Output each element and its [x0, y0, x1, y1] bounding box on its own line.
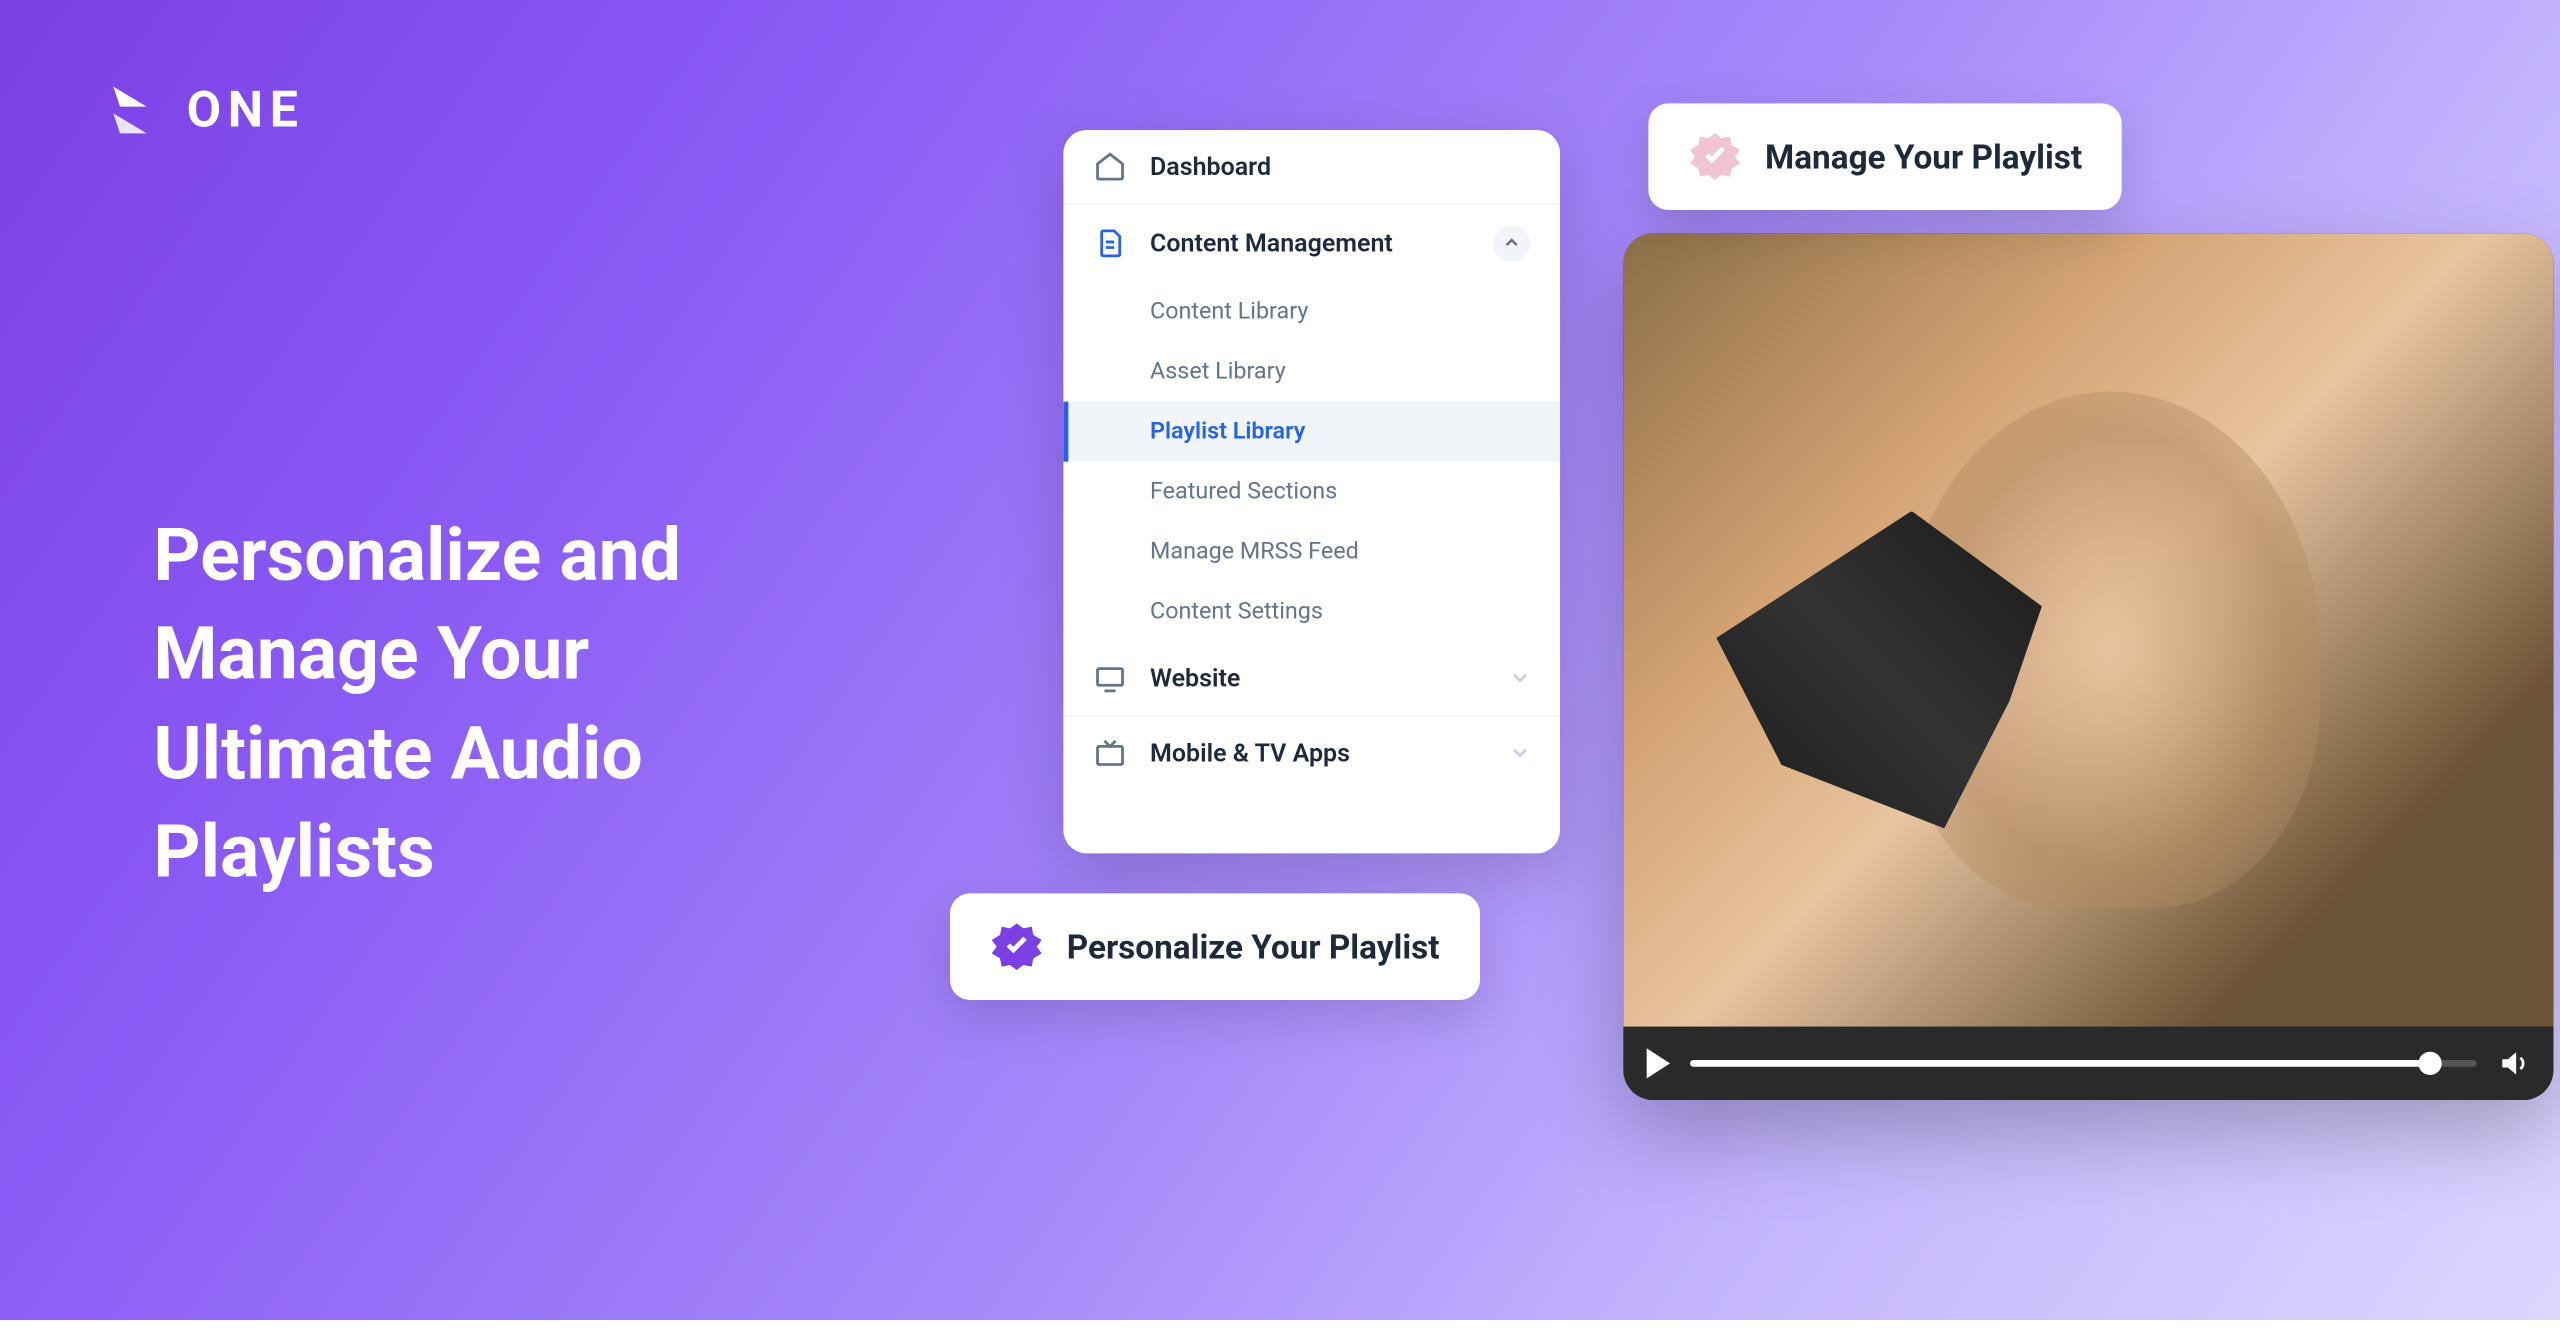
chevron-down-icon — [1510, 663, 1530, 693]
page-headline: Personalize and Manage Your Ultimate Aud… — [153, 507, 870, 903]
badge-manage-playlist: Manage Your Playlist — [1648, 103, 2122, 210]
nav-item-dashboard[interactable]: Dashboard — [1063, 130, 1560, 205]
subnav-playlist-library[interactable]: Playlist Library — [1063, 402, 1560, 462]
chevron-up-icon[interactable] — [1493, 225, 1530, 262]
subnav-content-library[interactable]: Content Library — [1063, 282, 1560, 342]
subnav-asset-library[interactable]: Asset Library — [1063, 342, 1560, 402]
nav-label: Content Management — [1150, 228, 1470, 258]
subnav-featured-sections[interactable]: Featured Sections — [1063, 462, 1560, 522]
nav-label: Mobile & TV Apps — [1150, 738, 1487, 768]
player-controls — [1623, 1027, 2553, 1100]
subnav-content-settings[interactable]: Content Settings — [1063, 582, 1560, 642]
chevron-down-icon — [1510, 738, 1530, 768]
nav-item-mobile-tv[interactable]: Mobile & TV Apps — [1063, 717, 1560, 790]
progress-slider[interactable] — [1690, 1060, 2477, 1067]
verified-badge-pink-icon — [1688, 130, 1741, 183]
home-icon — [1093, 150, 1126, 183]
subnav-manage-mrss[interactable]: Manage MRSS Feed — [1063, 522, 1560, 582]
tv-icon — [1093, 737, 1126, 770]
nav-item-website[interactable]: Website — [1063, 642, 1560, 717]
badge-personalize-playlist: Personalize Your Playlist — [950, 893, 1480, 1000]
logo-text: ONE — [187, 81, 305, 139]
sidebar-nav: Dashboard Content Management Content Lib… — [1063, 130, 1560, 853]
monitor-icon — [1093, 662, 1126, 695]
verified-badge-purple-icon — [990, 920, 1043, 973]
volume-icon[interactable] — [2497, 1047, 2530, 1080]
document-icon — [1093, 227, 1126, 260]
nav-label: Dashboard — [1150, 152, 1530, 182]
badge-label: Personalize Your Playlist — [1067, 927, 1440, 967]
nav-label: Website — [1150, 663, 1487, 693]
badge-label: Manage Your Playlist — [1765, 137, 2082, 177]
nav-item-content-management[interactable]: Content Management — [1063, 205, 1560, 282]
logo-mark-icon — [103, 80, 163, 140]
brand-logo: ONE — [103, 80, 304, 140]
player-thumbnail — [1623, 233, 2553, 1026]
play-button[interactable] — [1647, 1048, 1670, 1078]
progress-thumb[interactable] — [2418, 1052, 2441, 1075]
progress-fill — [1690, 1060, 2429, 1067]
media-player — [1623, 233, 2553, 1100]
